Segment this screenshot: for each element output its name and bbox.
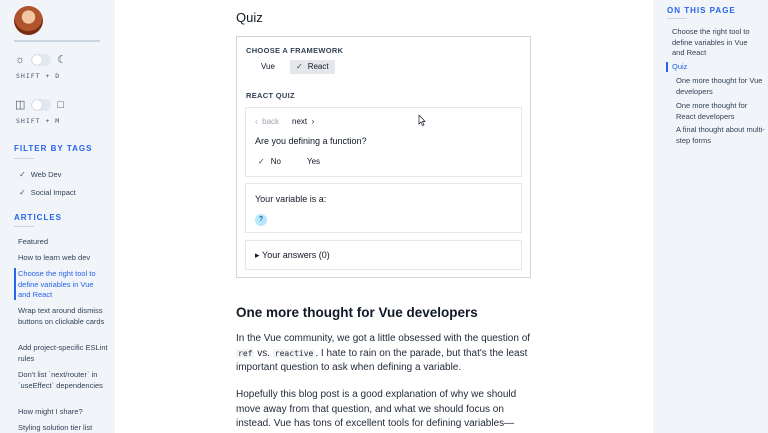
moon-icon: ☾	[57, 54, 67, 66]
chevron-right-icon: ›	[311, 117, 315, 126]
framework-vue-button[interactable]: Vue	[255, 60, 281, 74]
answer-no-button[interactable]: ✓ No	[258, 157, 281, 166]
avatar[interactable]	[14, 6, 43, 35]
article-link[interactable]: How might I share?	[18, 407, 108, 418]
divider	[14, 226, 34, 227]
framework-react-button[interactable]: ✓ React	[290, 60, 335, 74]
toc-item[interactable]: A final thought about multi-step forms	[676, 125, 766, 146]
theme-toggle[interactable]	[31, 54, 52, 66]
toc-item[interactable]: Choose the right tool to define variable…	[672, 27, 762, 59]
articles-heading: ARTICLES	[14, 213, 62, 222]
toc-item[interactable]: One more thought for Vue developers	[676, 76, 766, 97]
toc-heading: ON THIS PAGE	[667, 6, 736, 15]
article-link[interactable]: Add project-specific ESLint rules	[18, 343, 108, 364]
question-text: Are you defining a function?	[255, 136, 367, 146]
layout-toggle[interactable]	[31, 99, 52, 111]
check-icon: ✓	[19, 188, 26, 197]
section-heading: One more thought for Vue developers	[236, 305, 478, 320]
paragraph: Hopefully this blog post is a good expla…	[236, 389, 517, 433]
active-indicator	[666, 62, 668, 72]
article-link[interactable]: Wrap text around dismiss buttons on clic…	[18, 306, 108, 327]
article-link[interactable]: Featured	[18, 237, 108, 248]
toc-item-active[interactable]: Quiz	[672, 62, 762, 73]
answers-summary[interactable]: ▸ Your answers (0)	[255, 250, 330, 261]
back-button[interactable]: ‹ back	[255, 117, 279, 126]
filter-heading: FILTER BY TAGS	[14, 144, 93, 153]
square-icon: □	[57, 99, 65, 111]
inline-code: ref	[236, 348, 255, 358]
layout-toggle-row: ◫ □	[15, 99, 64, 111]
divider	[14, 158, 34, 159]
result-card: Your variable is a: ?	[245, 183, 522, 233]
tag-social-impact[interactable]: ✓ Social Impact	[19, 188, 76, 197]
divider	[667, 18, 687, 19]
paragraph: In the Vue community, we got a little ob…	[236, 333, 531, 373]
tag-label: Social Impact	[30, 188, 76, 197]
theme-toggle-row: ☼ ☾	[15, 54, 67, 66]
layout-shortcut: SHIFT + M	[16, 117, 61, 125]
article-link[interactable]: Don't list `next/router` in `useEffect` …	[18, 370, 108, 391]
tag-web-dev[interactable]: ✓ Web Dev	[19, 170, 61, 179]
main-content: Quiz CHOOSE A FRAMEWORK Vue ✓ React REACT…	[115, 0, 653, 433]
article-link[interactable]: How to learn web dev	[18, 253, 108, 264]
divider	[14, 40, 100, 42]
inline-code: reactive	[272, 348, 316, 358]
left-sidebar: ☼ ☾ SHIFT + D ◫ □ SHIFT + M FILTER BY TA…	[0, 0, 115, 433]
question-card: ‹ back next › Are you defining a functio…	[245, 107, 522, 177]
answer-yes-button[interactable]: Yes	[307, 157, 320, 166]
sun-icon: ☼	[15, 54, 26, 66]
triangle-right-icon: ▸	[255, 250, 260, 260]
check-icon: ✓	[296, 62, 303, 71]
variable-label: Your variable is a:	[255, 194, 327, 204]
next-button[interactable]: next ›	[292, 117, 314, 126]
table-of-contents: ON THIS PAGE Choose the right tool to de…	[653, 0, 768, 433]
quiz-card: CHOOSE A FRAMEWORK Vue ✓ React REACT QUIZ…	[236, 36, 531, 278]
toc-item[interactable]: One more thought for React developers	[676, 101, 766, 122]
columns-icon: ◫	[15, 99, 26, 111]
mouse-cursor-icon	[418, 115, 426, 126]
answers-disclosure[interactable]: ▸ Your answers (0)	[245, 240, 522, 270]
check-icon: ✓	[19, 170, 26, 179]
chevron-left-icon: ‹	[255, 117, 258, 126]
framework-label: CHOOSE A FRAMEWORK	[246, 46, 344, 55]
page-title: Quiz	[236, 10, 263, 25]
article-link[interactable]: Styling solution tier list	[18, 423, 108, 433]
tag-label: Web Dev	[30, 170, 62, 179]
framework-label: React	[307, 62, 329, 71]
quiz-label: REACT QUIZ	[246, 91, 295, 100]
article-link-active[interactable]: Choose the right tool to define variable…	[18, 269, 108, 301]
theme-shortcut: SHIFT + D	[16, 72, 61, 80]
check-icon: ✓	[258, 157, 265, 166]
active-indicator	[14, 268, 16, 300]
unknown-badge[interactable]: ?	[255, 214, 267, 226]
framework-label: Vue	[261, 62, 275, 71]
